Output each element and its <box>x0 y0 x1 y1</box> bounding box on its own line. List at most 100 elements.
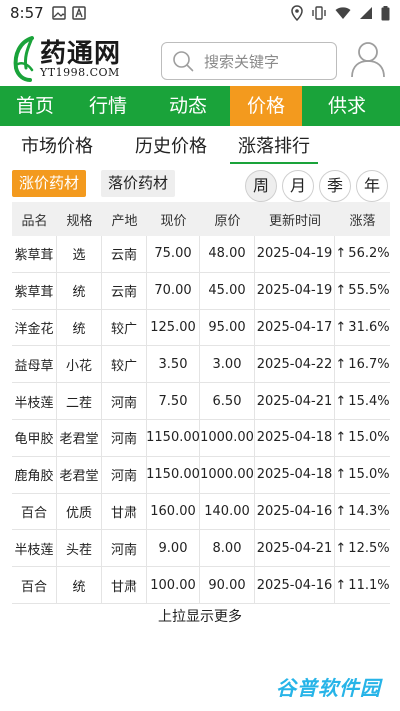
table-cell: 1000.00 <box>200 456 255 493</box>
table-cell: 140.00 <box>200 493 255 530</box>
main-nav: 首页 行情 动态 价格 供求 <box>0 86 400 126</box>
change-percent: 12.5% <box>348 540 390 556</box>
table-row[interactable]: 半枝莲 二茬 河南 7.50 6.50 2025-04-21 ↑ 15.4% <box>12 383 390 420</box>
change-percent: 15.0% <box>348 467 390 483</box>
period-month-button[interactable]: 月 <box>282 170 314 202</box>
up-arrow-icon: ↑ <box>335 283 347 299</box>
table-row[interactable]: 洋金花统较广 125.00 95.00 2025-04-17 ↑ 31.6% <box>12 309 390 347</box>
period-year-button[interactable]: 年 <box>356 170 388 202</box>
search-input[interactable]: 搜索关键字 <box>161 42 337 80</box>
battery-icon <box>381 5 390 20</box>
table-cell: 100.00 <box>147 567 200 603</box>
table-cell: 2025-04-16 <box>255 567 335 603</box>
column-header: 规格 <box>66 213 93 229</box>
column-header: 品名 <box>21 213 48 229</box>
table-row[interactable]: 紫草茸选云南 75.00 48.00 2025-04-19 ↑ 56.2% <box>12 236 390 273</box>
table-cell: ↑ 15.4% <box>335 383 390 419</box>
watermark: 谷普软件园 <box>276 676 381 700</box>
change-percent: 55.5% <box>348 283 390 299</box>
app-notification-icon <box>71 6 86 20</box>
nav-item-supply[interactable]: 供求 <box>302 86 392 126</box>
change-percent: 14.3% <box>348 503 390 519</box>
vibrate-icon <box>312 6 326 20</box>
up-arrow-icon: ↑ <box>335 503 347 519</box>
table-row[interactable]: 百合统甘肃 100.00 90.00 2025-04-16 ↑ 11.1% <box>12 567 390 604</box>
table-row[interactable]: 半枝莲 头茬 河南 9.00 8.00 2025-04-21 ↑ 12.5% <box>12 530 390 568</box>
change-percent: 15.4% <box>348 393 390 409</box>
nav-item-price[interactable]: 价格 <box>230 86 302 126</box>
table-cell: 6.50 <box>200 383 255 419</box>
table-cell: 河南 <box>102 383 147 419</box>
nav-item-market[interactable]: 行情 <box>70 86 146 126</box>
table-cell: 45.00 <box>200 272 255 309</box>
table-cell: 选 <box>57 236 102 272</box>
table-cell: 二茬 <box>57 383 102 419</box>
search-icon <box>173 51 194 72</box>
up-arrow-icon: ↑ <box>335 246 347 262</box>
table-cell: 小花 <box>57 346 102 383</box>
table-cell: 3.00 <box>200 346 255 383</box>
load-more-hint: 上拉显示更多 <box>158 609 242 625</box>
table-body: 紫草茸选云南 75.00 48.00 2025-04-19 ↑ 56.2% 紫草茸统云南 70… <box>12 236 390 604</box>
table-cell: 1000.00 <box>200 419 255 456</box>
tab-market-price[interactable]: 市场价格 <box>0 126 114 164</box>
user-profile-icon[interactable] <box>350 40 386 78</box>
filter-row: 涨价药材 落价药材 周 月 季 年 <box>12 168 390 204</box>
price-ranking-table: 品名 规格 产地 现价 原价 更新时间 涨落 紫草茸选云南 75.00 48.00 2… <box>12 202 390 604</box>
table-cell: 河南 <box>102 419 147 456</box>
location-icon <box>291 5 303 21</box>
image-notification-icon <box>51 6 66 20</box>
tab-price-ranking[interactable]: 涨落排行 <box>230 126 318 164</box>
change-percent: 11.1% <box>348 577 390 593</box>
column-header: 更新时间 <box>268 213 321 229</box>
table-cell: 2025-04-22 <box>255 346 335 383</box>
table-cell: ↑ 15.0% <box>335 457 390 493</box>
fall-filter-button[interactable]: 落价药材 <box>101 170 176 197</box>
table-cell: 紫草茸 <box>12 272 57 309</box>
table-cell: 较广 <box>102 346 147 383</box>
table-cell: ↑ 11.1% <box>335 567 390 603</box>
logo-domain: YT1998.COM <box>40 66 120 79</box>
signal-icon <box>360 7 372 19</box>
nav-item-news[interactable]: 动态 <box>146 86 230 126</box>
up-arrow-icon: ↑ <box>335 319 347 335</box>
table-row[interactable]: 百合 优质 甘肃 160.00 140.00 2025-04-16 ↑ 14.3% <box>12 493 390 531</box>
logo-name: 药通网 <box>40 39 122 69</box>
table-row[interactable]: 龟甲胶 老君堂 河南 1150.00 1000.00 2025-04-18 ↑ 15.0% <box>12 419 390 457</box>
column-header: 现价 <box>160 213 187 229</box>
table-cell: 河南 <box>102 530 147 567</box>
table-cell: 1150.00 <box>146 419 200 456</box>
period-week-button[interactable]: 周 <box>245 170 277 202</box>
table-cell: 75.00 <box>147 236 200 272</box>
tab-history-price[interactable]: 历史价格 <box>114 126 228 164</box>
period-quarter-button[interactable]: 季 <box>319 170 351 202</box>
table-cell: 云南 <box>102 236 147 272</box>
nav-item-home[interactable]: 首页 <box>0 86 70 126</box>
table-header: 品名 规格 产地 现价 原价 更新时间 涨落 <box>12 202 390 236</box>
table-cell: 半枝莲 <box>12 530 57 567</box>
column-header: 产地 <box>111 213 138 229</box>
up-arrow-icon: ↑ <box>335 577 347 593</box>
logo[interactable]: 药通网 YT1998.COM <box>10 32 150 82</box>
table-row[interactable]: 鹿角胶 老君堂 河南 1150.00 1000.00 2025-04-18 ↑ 15.0% <box>12 456 390 494</box>
rise-filter-button[interactable]: 涨价药材 <box>12 170 87 197</box>
table-cell: 百合 <box>12 567 57 603</box>
table-row[interactable]: 紫草茸统云南 70.00 45.00 2025-04-19 ↑ 55.5% <box>12 272 390 310</box>
search-placeholder: 搜索关键字 <box>204 52 280 71</box>
wifi-icon <box>335 7 351 19</box>
status-bar: 8:57 <box>0 0 400 26</box>
table-cell: 2025-04-19 <box>255 272 335 309</box>
column-header: 涨落 <box>349 213 376 229</box>
table-cell: 统 <box>57 309 102 346</box>
table-cell: 3.50 <box>147 346 200 383</box>
table-cell: 2025-04-18 <box>255 419 335 456</box>
up-arrow-icon: ↑ <box>335 356 347 372</box>
table-cell: 2025-04-18 <box>255 456 335 493</box>
table-cell: ↑ 55.5% <box>335 273 390 309</box>
table-cell: 2025-04-17 <box>255 309 335 346</box>
table-row[interactable]: 益母草 小花 较广 3.50 3.00 2025-04-22 ↑ 16.7% <box>12 346 390 384</box>
table-cell: ↑ 12.5% <box>335 530 390 566</box>
table-cell: 益母草 <box>12 346 57 383</box>
table-cell: 统 <box>57 272 102 309</box>
status-time: 8:57 <box>10 4 44 22</box>
